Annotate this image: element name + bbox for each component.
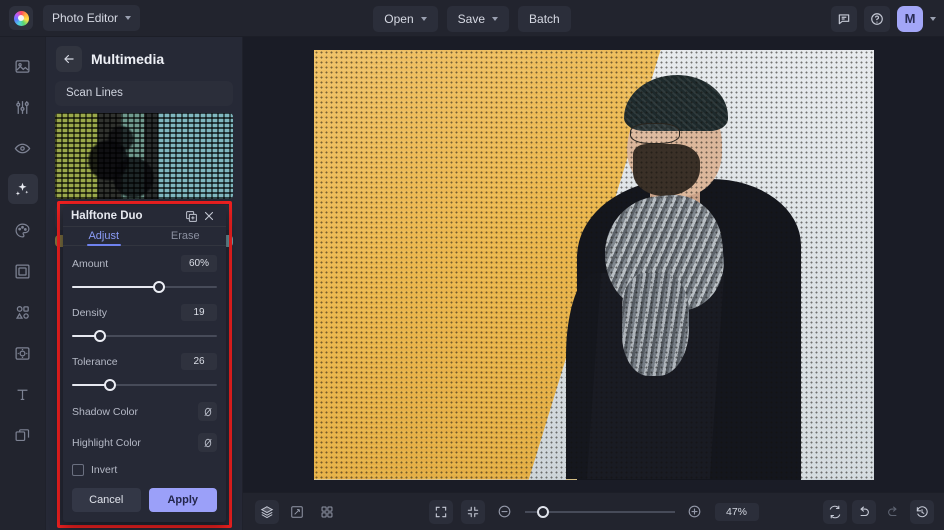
- tolerance-control: Tolerance 26: [72, 353, 217, 391]
- tab-adjust[interactable]: Adjust: [63, 227, 145, 246]
- density-control: Density 19: [72, 304, 217, 342]
- bottom-toolbar-left: [255, 500, 339, 524]
- top-toolbar: Photo Editor Open Save Batch: [0, 0, 944, 37]
- transform-icon[interactable]: [285, 500, 309, 524]
- fit-screen-icon[interactable]: [429, 500, 453, 524]
- app-window: Photo Editor Open Save Batch: [0, 0, 944, 530]
- dialog-header: Halftone Duo: [63, 207, 226, 227]
- highlight-annotation: Halftone Duo Adjust Erase: [57, 201, 232, 528]
- grid-icon[interactable]: [315, 500, 339, 524]
- top-toolbar-right: M: [831, 0, 936, 37]
- dialog-tabs: Adjust Erase: [63, 227, 226, 247]
- invert-row[interactable]: Invert: [72, 464, 217, 476]
- sidebar-item-text[interactable]: [8, 379, 38, 409]
- history-icon[interactable]: [910, 500, 934, 524]
- chevron-down-icon: [125, 16, 131, 20]
- amount-label: Amount: [72, 258, 108, 270]
- question-circle-icon[interactable]: [864, 6, 890, 32]
- shadow-color-row: Shadow Color: [72, 402, 217, 421]
- tab-erase[interactable]: Erase: [145, 227, 227, 246]
- tolerance-label: Tolerance: [72, 356, 118, 368]
- effect-thumbnail-television[interactable]: [55, 113, 233, 199]
- layers-icon[interactable]: [255, 500, 279, 524]
- redo-icon[interactable]: [881, 500, 905, 524]
- highlight-color-swatch[interactable]: [198, 433, 217, 452]
- save-button[interactable]: Save: [447, 6, 509, 32]
- chevron-down-icon: [421, 17, 427, 21]
- top-toolbar-center: Open Save Batch: [0, 0, 944, 37]
- undo-icon[interactable]: [852, 500, 876, 524]
- color-wheel-logo-icon[interactable]: [9, 6, 33, 30]
- tool-rail: [0, 37, 46, 530]
- open-label: Open: [384, 12, 413, 26]
- sidebar-item-frame[interactable]: [8, 256, 38, 286]
- sidebar-item-paint[interactable]: [8, 215, 38, 245]
- density-value[interactable]: 19: [181, 304, 217, 321]
- shadow-color-swatch[interactable]: [198, 402, 217, 421]
- save-label: Save: [458, 12, 485, 26]
- effect-label: Scan Lines: [55, 81, 233, 106]
- tolerance-slider[interactable]: [72, 379, 217, 391]
- chevron-down-icon: [492, 17, 498, 21]
- reset-icon[interactable]: [823, 500, 847, 524]
- zoom-level-value[interactable]: 47%: [715, 503, 759, 521]
- panel-header: Multimedia: [46, 37, 242, 81]
- density-slider[interactable]: [72, 330, 217, 342]
- open-button[interactable]: Open: [373, 6, 437, 32]
- sidebar-item-shapes[interactable]: [8, 297, 38, 327]
- sidebar-item-effects[interactable]: [8, 174, 38, 204]
- batch-label: Batch: [529, 12, 560, 26]
- tolerance-value[interactable]: 26: [181, 353, 217, 370]
- invert-checkbox[interactable]: [72, 464, 84, 476]
- dialog-footer: Cancel Apply: [63, 488, 226, 522]
- sidebar-item-image[interactable]: [8, 51, 38, 81]
- zoom-slider[interactable]: [525, 506, 675, 518]
- canvas-area[interactable]: [243, 37, 944, 492]
- zoom-out-icon[interactable]: [493, 500, 517, 524]
- shrink-icon[interactable]: [461, 500, 485, 524]
- arrow-left-icon[interactable]: [56, 46, 82, 72]
- highlight-color-row: Highlight Color: [72, 433, 217, 452]
- dialog-body: Amount 60% Density 19: [63, 246, 226, 488]
- highlight-color-label: Highlight Color: [72, 437, 141, 449]
- zoom-in-icon[interactable]: [683, 500, 707, 524]
- panel-title: Multimedia: [91, 51, 164, 67]
- close-icon[interactable]: [200, 207, 218, 225]
- sidebar-item-retouch[interactable]: [8, 133, 38, 163]
- bottom-toolbar: 47%: [243, 492, 944, 530]
- photo-canvas[interactable]: [314, 50, 874, 480]
- invert-label: Invert: [91, 464, 117, 476]
- sidebar-item-focus[interactable]: [8, 338, 38, 368]
- density-label: Density: [72, 307, 107, 319]
- bottom-toolbar-right: [823, 500, 934, 524]
- amount-value[interactable]: 60%: [181, 255, 217, 272]
- shadow-color-label: Shadow Color: [72, 406, 138, 418]
- comment-icon[interactable]: [831, 6, 857, 32]
- apply-button[interactable]: Apply: [149, 488, 218, 512]
- chevron-down-icon[interactable]: [930, 17, 936, 21]
- sidebar-item-overlay[interactable]: [8, 420, 38, 450]
- duplicate-icon[interactable]: [182, 207, 200, 225]
- dialog-title: Halftone Duo: [71, 210, 182, 222]
- batch-button[interactable]: Batch: [518, 6, 571, 32]
- app-switcher-label: Photo Editor: [52, 11, 118, 25]
- cancel-button[interactable]: Cancel: [72, 488, 141, 512]
- halftone-duo-dialog: Halftone Duo Adjust Erase: [63, 207, 226, 522]
- avatar[interactable]: M: [897, 6, 923, 32]
- amount-slider[interactable]: [72, 281, 217, 293]
- sidebar-item-adjust[interactable]: [8, 92, 38, 122]
- amount-control: Amount 60%: [72, 255, 217, 293]
- effect-item-scan-lines[interactable]: Scan Lines: [55, 81, 233, 106]
- app-switcher-dropdown[interactable]: Photo Editor: [43, 5, 140, 31]
